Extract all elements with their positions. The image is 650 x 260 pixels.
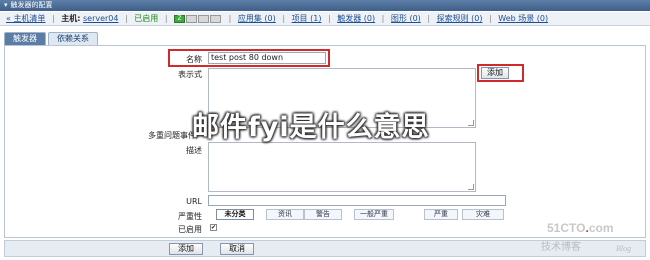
applications-link[interactable]: 应用集 (0) (238, 14, 276, 23)
separator: | (282, 14, 286, 23)
separator: | (51, 14, 55, 23)
watermark-part: 51CTO (547, 221, 586, 235)
zabbix-agent-status-icon: Z (174, 14, 186, 23)
web-scenarios-link[interactable]: Web 场景 (0) (498, 14, 548, 23)
severity-label: 严重性 (178, 212, 202, 221)
graphs-link[interactable]: 图形 (0) (391, 14, 421, 23)
separator: | (427, 14, 431, 23)
separator: | (228, 14, 232, 23)
snmp-status-icon (186, 14, 198, 23)
tab-dependencies[interactable]: 依赖关系 (48, 32, 98, 45)
check-icon: ✔ (211, 224, 217, 231)
cancel-button[interactable]: 取消 (220, 243, 254, 255)
separator: | (125, 14, 128, 23)
severity-information[interactable]: 资讯 (266, 209, 304, 220)
description-textarea[interactable] (208, 142, 476, 192)
separator: | (327, 14, 331, 23)
jmx-status-icon (198, 14, 210, 23)
separator: | (164, 14, 168, 23)
host-list-link[interactable]: « 主机清单 (6, 14, 45, 23)
description-label: 描述 (186, 146, 202, 155)
watermark-subtitle: 技术博客 (541, 242, 581, 253)
host-nav-bar: « 主机清单 | 主机: server04 | 已启用 | Z | 应用集 (0… (0, 12, 650, 26)
enabled-checkbox[interactable]: ✔ (210, 224, 217, 231)
triggers-link[interactable]: 触发器 (0) (337, 14, 375, 23)
separator: | (489, 14, 492, 23)
collapse-icon[interactable]: ▾ (4, 0, 8, 11)
form-tabs: 触发器 依赖关系 (4, 32, 100, 45)
url-input[interactable] (208, 195, 506, 206)
watermark-part: com (588, 221, 614, 235)
tab-trigger[interactable]: 触发器 (4, 32, 46, 45)
separator: | (381, 14, 385, 23)
severity-high[interactable]: 严重 (424, 209, 458, 220)
watermark-logo: 51CTO.com (547, 221, 614, 235)
watermark-blog: Blog (616, 244, 632, 253)
host-name-link[interactable]: server04 (83, 14, 119, 23)
host-label: 主机: (61, 14, 81, 23)
window-title: 触发器的配置 (10, 1, 53, 9)
severity-disaster[interactable]: 灾难 (462, 209, 504, 220)
window-titlebar: ▾ 触发器的配置 (0, 0, 650, 11)
host-enabled-status: 已启用 (134, 14, 159, 23)
discovery-rules-link[interactable]: 探索规则 (0) (437, 14, 483, 23)
expression-label: 表示式 (178, 70, 202, 79)
overlay-caption: 邮件fyi是什么意思 (192, 112, 430, 143)
resize-grip-icon[interactable] (468, 120, 474, 126)
severity-warning[interactable]: 警告 (304, 209, 342, 220)
highlight-box (477, 64, 524, 82)
ipmi-status-icon (210, 14, 222, 23)
enabled-label: 已启用 (178, 225, 202, 234)
highlight-box (168, 49, 330, 67)
items-link[interactable]: 项目 (1) (292, 14, 322, 23)
resize-grip-icon[interactable] (468, 184, 474, 190)
severity-average[interactable]: 一般严重 (354, 209, 394, 220)
add-button[interactable]: 添加 (169, 243, 203, 255)
severity-not-classified[interactable]: 未分类 (216, 209, 254, 220)
url-label: URL (186, 197, 202, 206)
